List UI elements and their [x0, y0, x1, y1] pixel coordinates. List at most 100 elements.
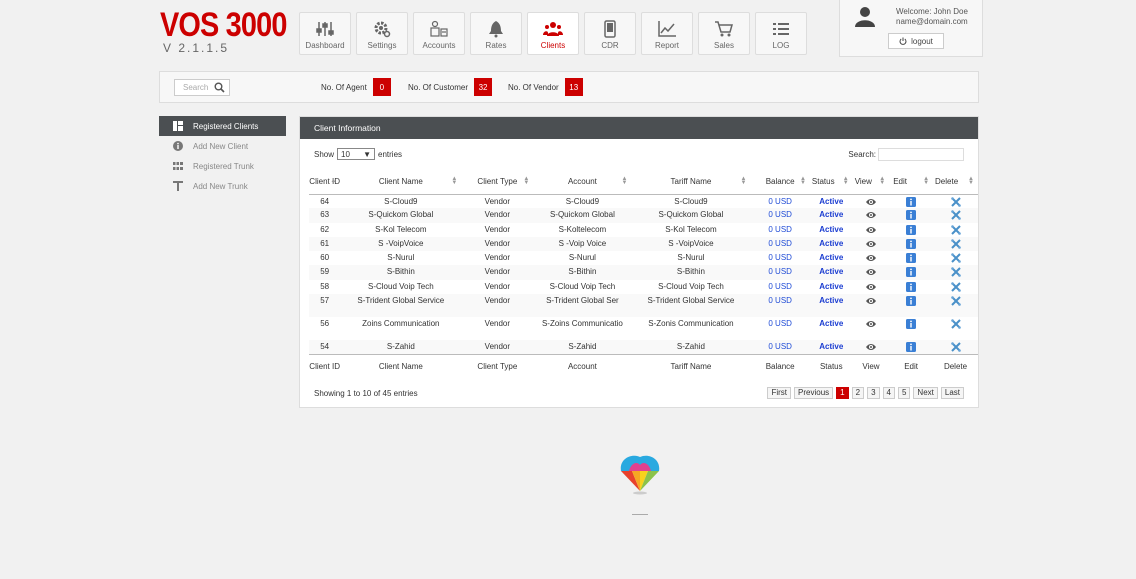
edit-info-icon[interactable] [906, 210, 917, 221]
edit-info-icon[interactable] [906, 267, 917, 278]
edit-info-icon[interactable] [906, 253, 917, 264]
foot-delete: Delete [933, 353, 978, 378]
cell-client-name: S-Trident Global Service [357, 296, 445, 306]
page-length-select[interactable]: 10 ▼ [337, 148, 376, 160]
cell-balance[interactable]: 0 USD [750, 251, 809, 265]
delete-tools-icon[interactable] [950, 296, 961, 306]
table-search-input[interactable] [878, 148, 964, 161]
eye-icon[interactable] [865, 267, 876, 277]
nav-clients[interactable]: Clients [527, 12, 579, 55]
edit-info-icon[interactable] [906, 238, 917, 249]
user-panel: Welcome: John Doe name@domain.com logout [839, 0, 983, 57]
brand-logo: VOS 3000 V 2.1.1.5 [160, 8, 309, 55]
cell-client-name: S-Cloud9 [384, 196, 418, 206]
eye-icon[interactable] [865, 239, 876, 249]
page-next-button[interactable]: Next [913, 387, 938, 399]
col-tariff-name[interactable]: Tariff Name ▲ ▼ [631, 169, 751, 195]
cell-view [853, 251, 890, 265]
col-status[interactable]: Status ▲ ▼ [809, 169, 853, 195]
cell-balance[interactable]: 0 USD [750, 280, 809, 294]
cell-balance[interactable]: 0 USD [750, 237, 809, 251]
cell-client-id: 54 [320, 342, 330, 352]
sidebar-item-add-new-trunk[interactable]: Add New Trunk [159, 176, 286, 196]
edit-info-icon[interactable] [906, 196, 917, 207]
global-search-input[interactable]: Search [174, 79, 230, 96]
cell-balance[interactable]: 0 USD [750, 294, 809, 317]
delete-tools-icon[interactable] [950, 210, 961, 221]
main-nav: Dashboard Settings Accounts Rates Client… [299, 12, 812, 55]
delete-tools-icon[interactable] [950, 281, 961, 292]
eye-icon[interactable] [865, 253, 876, 263]
nav-sales[interactable]: Sales [698, 12, 750, 55]
col-balance[interactable]: Balance ▲ ▼ [750, 169, 810, 195]
cell-balance[interactable]: 0 USD [750, 340, 809, 354]
eye-icon[interactable] [865, 296, 876, 306]
nav-dashboard[interactable]: Dashboard [299, 12, 351, 55]
logout-button[interactable]: logout [888, 33, 944, 49]
customer-count-label: No. Of Customer [408, 82, 469, 92]
col-account[interactable]: Account ▲ ▼ [533, 169, 632, 195]
edit-info-icon[interactable] [906, 296, 917, 307]
nav-label: CDR [601, 41, 619, 50]
delete-tools-icon[interactable] [950, 224, 961, 235]
edit-info-icon[interactable] [906, 281, 917, 292]
table-footer-row: Client ID Client Name Client Type Accoun… [309, 353, 978, 378]
delete-tools-icon[interactable] [950, 196, 961, 207]
cell-balance[interactable]: 0 USD [750, 317, 809, 340]
delete-tools-icon[interactable] [950, 253, 961, 263]
page-5-button[interactable]: 5 [897, 387, 911, 399]
page-4-button[interactable]: 4 [882, 387, 895, 399]
cell-balance[interactable]: 0 USD [750, 223, 809, 237]
sidebar-item-add-new-client[interactable]: Add New Client [159, 136, 286, 156]
page-length-control: Show 10 ▼ entries [314, 148, 402, 160]
nav-cdr[interactable]: CDR [584, 12, 636, 55]
sidebar-item-registered-clients[interactable]: Registered Clients [159, 116, 286, 136]
cell-view [853, 237, 890, 251]
col-delete[interactable]: Delete ▲ ▼ [933, 169, 978, 195]
page-first-button[interactable]: First [767, 387, 792, 399]
eye-icon[interactable] [865, 319, 876, 329]
nav-label: Sales [713, 41, 734, 50]
col-client-name[interactable]: Client Name ▲ ▼ [340, 169, 462, 195]
col-edit[interactable]: Edit ▲ ▼ [889, 169, 934, 195]
nav-log[interactable]: LOG [755, 12, 807, 55]
cell-client-type: Vendor [484, 253, 511, 263]
cell-delete [933, 280, 978, 294]
nav-label: Report [654, 41, 679, 50]
delete-tools-icon[interactable] [950, 239, 961, 249]
eye-icon[interactable] [865, 225, 876, 235]
nav-rates[interactable]: Rates [470, 12, 522, 55]
pagination: First Previous 1 2 3 4 5 Next Last [767, 387, 964, 399]
page-2-button[interactable]: 2 [851, 387, 865, 399]
page-3-button[interactable]: 3 [867, 387, 880, 399]
sidebar-item-registered-trunk[interactable]: Registered Trunk [159, 156, 286, 176]
page-previous-button[interactable]: Previous [794, 387, 834, 399]
col-client-type[interactable]: Client Type ▲ ▼ [461, 169, 534, 195]
eye-icon[interactable] [865, 342, 876, 352]
cell-balance[interactable]: 0 USD [750, 194, 809, 208]
cell-tariff-name: S-Cloud9 [674, 196, 708, 206]
cell-client-id: 62 [320, 224, 330, 234]
col-client-id[interactable]: Client ID ▲ [309, 169, 341, 195]
edit-info-icon[interactable] [906, 342, 917, 353]
edit-info-icon[interactable] [906, 224, 917, 235]
nav-accounts[interactable]: Accounts [413, 12, 465, 55]
eye-icon[interactable] [865, 282, 876, 292]
foot-view: View [852, 353, 890, 378]
cell-account: S-Nurul [568, 253, 596, 263]
search-icon[interactable] [214, 82, 225, 93]
vendor-count-badge: 13 [564, 78, 583, 96]
col-view[interactable]: View ▲ ▼ [852, 169, 890, 195]
nav-report[interactable]: Report [641, 12, 693, 55]
nav-settings[interactable]: Settings [356, 12, 408, 55]
delete-tools-icon[interactable] [950, 342, 961, 352]
edit-info-icon[interactable] [906, 319, 917, 330]
eye-icon[interactable] [865, 210, 876, 220]
page-1-button[interactable]: 1 [836, 387, 849, 399]
page-last-button[interactable]: Last [940, 387, 964, 399]
cell-balance[interactable]: 0 USD [750, 265, 809, 279]
cell-balance[interactable]: 0 USD [750, 208, 809, 222]
eye-icon[interactable] [865, 197, 876, 207]
delete-tools-icon[interactable] [950, 319, 961, 329]
delete-tools-icon[interactable] [950, 267, 961, 278]
